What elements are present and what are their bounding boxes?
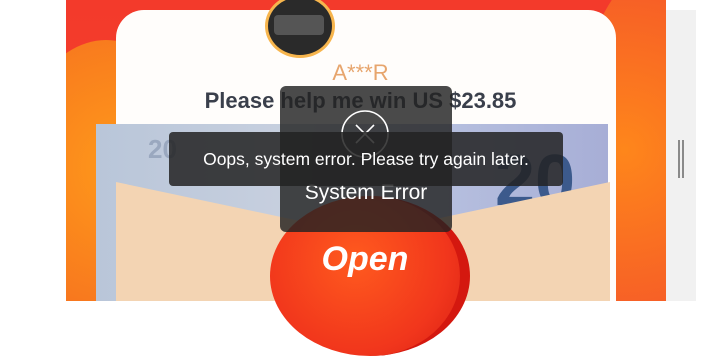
- scrollbar-handle[interactable]: [678, 140, 684, 178]
- username: A***R: [332, 60, 389, 85]
- toast-message: Oops, system error. Please try again lat…: [169, 132, 563, 186]
- open-button-label: Open: [321, 240, 409, 278]
